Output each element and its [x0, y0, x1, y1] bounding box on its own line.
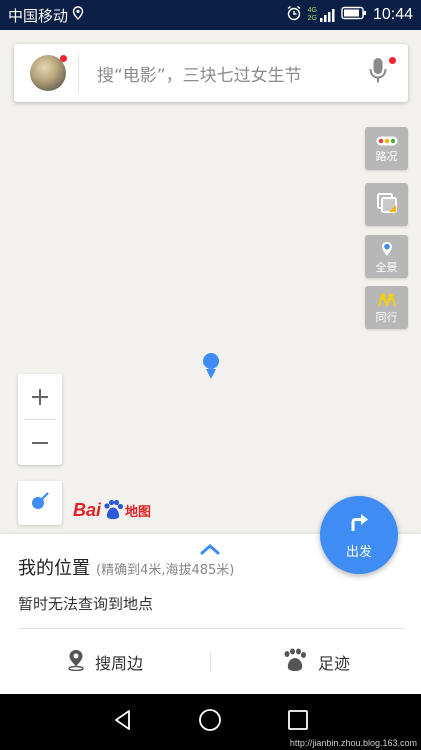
- logo-text-map: 地图: [125, 503, 152, 519]
- mic-notification-dot: [389, 57, 396, 64]
- search-divider: [78, 54, 79, 92]
- route-arrow-icon: [348, 511, 370, 537]
- recents-icon[interactable]: [287, 709, 309, 735]
- home-icon[interactable]: [198, 708, 222, 736]
- layers-button[interactable]: [365, 183, 408, 226]
- microphone-icon: [369, 57, 387, 89]
- footprint-label: 足迹: [317, 653, 350, 673]
- location-status-icon: [72, 6, 84, 24]
- minus-icon: [32, 441, 48, 444]
- network-2g-label: 2G: [307, 15, 317, 22]
- companion-label: 同行: [375, 310, 398, 324]
- status-bar: 中国移动 4G 2G 10:44: [0, 0, 421, 30]
- traffic-button[interactable]: 路况: [365, 127, 408, 170]
- locate-button[interactable]: [18, 481, 62, 525]
- zoom-out-button[interactable]: [18, 420, 62, 465]
- zoom-in-button[interactable]: [18, 374, 62, 419]
- battery-icon: [341, 6, 367, 24]
- traffic-icon: [376, 136, 398, 149]
- route-go-label: 出发: [345, 544, 372, 560]
- zoom-control: [18, 374, 62, 465]
- search-bar[interactable]: 搜“电影”，三块七过女生节: [14, 44, 408, 102]
- search-nearby-button[interactable]: 搜周边: [0, 629, 210, 694]
- traffic-label: 路况: [375, 149, 398, 163]
- signal-icon: 4G 2G: [308, 7, 335, 23]
- avatar-notification-dot: [60, 55, 67, 62]
- location-title: 我的位置: [18, 558, 90, 579]
- baidu-map-logo: Bai 地图: [73, 499, 151, 521]
- carrier-name: 中国移动: [8, 6, 69, 25]
- location-status: 暂时无法查询到地点: [18, 595, 154, 613]
- search-input[interactable]: 搜“电影”，三块七过女生节: [97, 61, 358, 86]
- panorama-button[interactable]: 全景: [365, 235, 408, 278]
- search-nearby-label: 搜周边: [94, 653, 143, 673]
- back-icon[interactable]: [112, 709, 134, 735]
- watermark: http://jianbin.zhou.blog.163.com: [289, 738, 417, 748]
- clock: 10:44: [372, 6, 413, 23]
- footprint-button[interactable]: 足迹: [211, 629, 421, 694]
- compass-location-icon: [30, 491, 50, 515]
- logo-text-bai: Bai: [73, 499, 102, 520]
- footprint-icon: [282, 648, 308, 676]
- paw-logo-icon: [102, 499, 124, 521]
- location-pin-icon: [67, 649, 85, 675]
- location-title-row: 我的位置 (精确到4米,海拔485米): [18, 554, 234, 580]
- route-go-button[interactable]: 出发: [320, 496, 398, 574]
- network-4g-label: 4G: [307, 7, 317, 14]
- current-location-marker[interactable]: [202, 352, 220, 384]
- companion-button[interactable]: 同行: [365, 286, 408, 329]
- location-accuracy: (精确到4米,海拔485米): [96, 563, 235, 578]
- system-nav-bar: http://jianbin.zhou.blog.163.com: [0, 694, 421, 750]
- panorama-icon: [380, 241, 394, 260]
- layers-icon: [375, 191, 399, 218]
- voice-search-button[interactable]: [358, 53, 398, 93]
- map-canvas[interactable]: [0, 30, 421, 534]
- panel-actions: 搜周边 足迹: [0, 629, 421, 694]
- avatar[interactable]: [30, 55, 67, 91]
- alarm-icon: [286, 5, 302, 25]
- companion-icon: [377, 293, 397, 310]
- plus-icon: [32, 388, 48, 405]
- panorama-label: 全景: [375, 260, 398, 274]
